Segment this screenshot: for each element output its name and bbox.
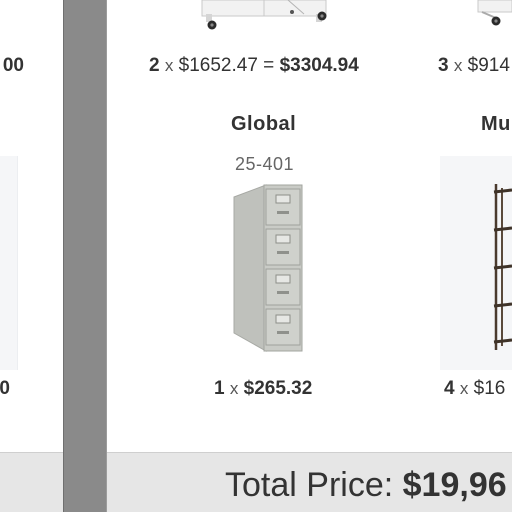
product-code: 25-401 <box>235 154 295 174</box>
times-sign: x <box>453 56 463 75</box>
white-metal-cart-image[interactable] <box>196 0 336 34</box>
product-title: Mu <box>481 113 511 135</box>
left-product-image[interactable] <box>0 156 18 370</box>
line-total: $3304.94 <box>279 55 359 76</box>
unit-price: $1652.47 <box>178 55 258 76</box>
quantity-value: 3 <box>438 55 449 76</box>
times-sign: x <box>459 379 469 398</box>
quantity-value: 4 <box>444 378 455 399</box>
total-price-amount: $19,96 <box>402 466 507 504</box>
column-divider <box>63 0 107 512</box>
unit-price: $914 <box>467 55 510 76</box>
quantity-value: 1 <box>214 378 225 399</box>
left-price-fragment-top: 00 <box>2 55 24 76</box>
left-price-fragment-bottom: 0 <box>0 378 10 399</box>
quantity-value: 2 <box>149 55 160 76</box>
metal-shelving-unit-image[interactable] <box>492 182 512 352</box>
times-sign: x <box>229 379 239 398</box>
total-price: Total Price: $19,96 <box>225 466 507 505</box>
product-title: Global <box>231 113 297 135</box>
order-summary-page: 00 0 2 x $1652.47 = $3304.94 3 x $914 Gl… <box>0 0 512 512</box>
product-quantity-line: 1 x $265.32 <box>214 378 312 400</box>
unit-price: $265.32 <box>243 378 313 399</box>
grey-filing-cabinet-image[interactable] <box>230 183 306 353</box>
product-quantity-line: 3 x $914 <box>438 55 510 77</box>
equals-sign: = <box>263 55 275 76</box>
times-sign: x <box>164 56 174 75</box>
left-product-column: 00 0 <box>0 0 64 452</box>
white-cart-wheels-image[interactable] <box>474 0 512 30</box>
column-divider-footer <box>63 452 107 512</box>
unit-price: $16 <box>473 378 506 399</box>
total-price-label: Total Price: <box>225 466 394 504</box>
product-quantity-line: 2 x $1652.47 = $3304.94 <box>149 55 359 77</box>
product-quantity-line: 4 x $16 <box>444 378 505 400</box>
